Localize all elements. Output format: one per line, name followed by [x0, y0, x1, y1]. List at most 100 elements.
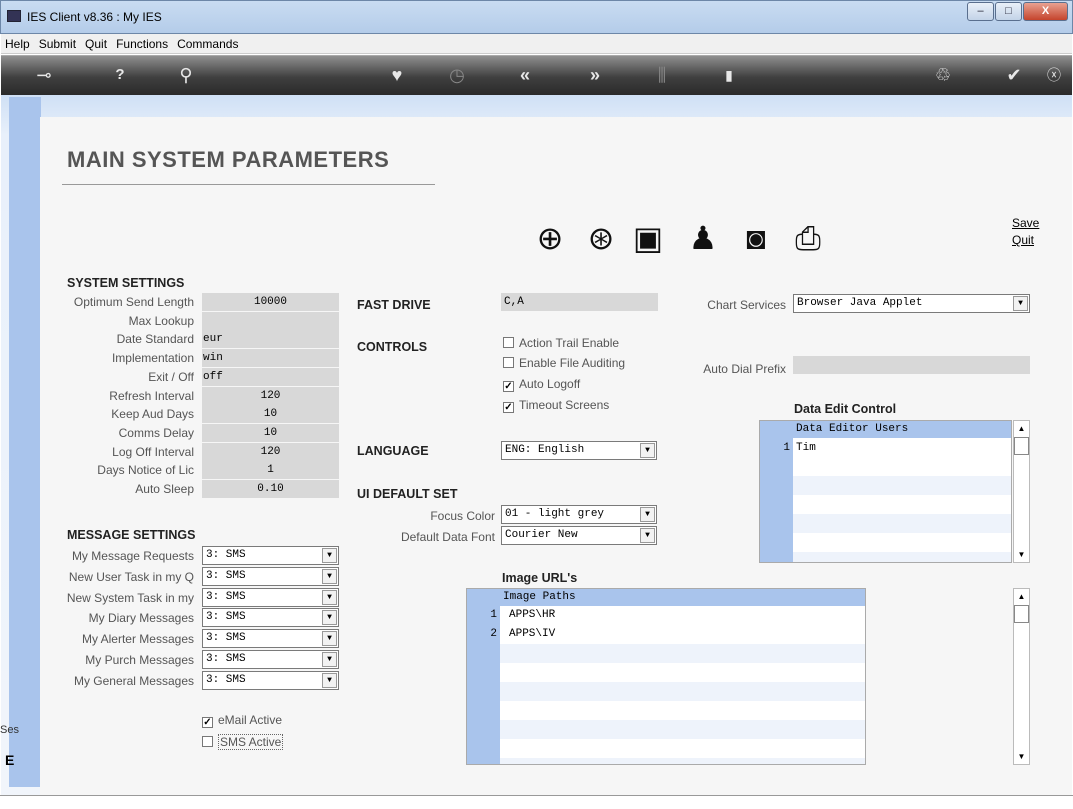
system-setting-label: Implementation [111, 351, 194, 366]
message-setting-label: My Purch Messages [85, 653, 194, 667]
chevron-down-icon[interactable]: ▼ [640, 528, 655, 543]
image-row[interactable]: APPS\HR [500, 606, 865, 625]
user-card-icon[interactable]: ▣ [628, 218, 668, 258]
scroll-down-icon[interactable]: ▼ [1014, 749, 1029, 764]
focus-color-label: Focus Color [430, 509, 495, 523]
system-setting-value[interactable]: 120 [202, 386, 339, 405]
auto-logoff-checkbox[interactable]: ✓ Auto Logoff [503, 377, 580, 392]
message-setting-select[interactable]: 3: SMS ▼ [202, 566, 339, 586]
image-urls-scrollbar[interactable]: ▲ ▼ [1013, 588, 1030, 765]
language-label: LANGUAGE [357, 444, 429, 458]
chart-services-select[interactable]: Browser Java Applet ▼ [793, 294, 1030, 313]
email-active-checkbox[interactable]: ✓ eMail Active [202, 713, 282, 728]
forward-icon[interactable]: » [582, 64, 608, 86]
clock-icon[interactable]: ◷ [444, 64, 470, 86]
system-setting-label: Refresh Interval [109, 388, 194, 403]
menu-quit[interactable]: Quit [85, 34, 107, 54]
system-setting-value[interactable]: win [202, 349, 339, 368]
chevron-down-icon[interactable]: ▼ [322, 652, 337, 667]
menu-functions[interactable]: Functions [116, 34, 168, 54]
image-urls-label: Image URL's [502, 571, 578, 585]
chevron-down-icon[interactable]: ▼ [322, 610, 337, 626]
recycle-icon[interactable]: ♲ [930, 64, 956, 86]
printer-icon[interactable]: ⎙ [788, 218, 828, 258]
tools-icon[interactable]: ⫼ [649, 64, 675, 86]
menu-commands[interactable]: Commands [177, 34, 238, 54]
scroll-up-icon[interactable]: ▲ [1014, 421, 1029, 436]
back-icon[interactable]: « [512, 64, 538, 86]
data-edit-label: Data Edit Control [794, 402, 897, 416]
chevron-down-icon[interactable]: ▼ [322, 548, 337, 563]
check-icon[interactable]: ✔ [1001, 64, 1027, 86]
image-urls-grid: Image Paths 1 APPS\HR 2 APPS\IV [466, 588, 866, 765]
chevron-down-icon[interactable]: ▼ [322, 568, 337, 584]
save-link[interactable]: Save [1012, 216, 1039, 230]
camera-icon[interactable]: ◙ [736, 218, 776, 258]
auto-dial-field[interactable] [793, 356, 1030, 374]
copy-icon[interactable]: ▮ [716, 64, 742, 86]
close-button[interactable]: X [1023, 2, 1068, 21]
heart-icon[interactable]: ♥ [384, 64, 410, 86]
scroll-down-icon[interactable]: ▼ [1014, 547, 1029, 562]
chevron-down-icon[interactable]: ▼ [640, 507, 655, 522]
data-edit-row[interactable]: Tim [793, 439, 1011, 458]
window-titlebar: IES Client v8.36 : My IES – □ X [0, 0, 1073, 34]
email-active-box[interactable]: ✓ [202, 717, 213, 728]
message-setting-select[interactable]: 3: SMS ▼ [202, 650, 339, 669]
message-setting-select[interactable]: 3: SMS ▼ [202, 546, 339, 565]
language-select[interactable]: ENG: English ▼ [501, 441, 657, 460]
message-settings-heading: MESSAGE SETTINGS [67, 528, 196, 542]
maximize-button[interactable]: □ [995, 2, 1022, 21]
system-setting-value[interactable]: 1 [202, 461, 339, 480]
message-setting-select[interactable]: 3: SMS ▼ [202, 629, 339, 649]
minimize-button[interactable]: – [967, 2, 994, 21]
sms-active-checkbox[interactable]: SMS Active [202, 734, 284, 750]
message-setting-label: New System Task in my [66, 590, 194, 605]
ui-default-label: UI DEFAULT SET [357, 487, 458, 501]
message-setting-select[interactable]: 3: SMS ▼ [202, 670, 339, 690]
system-setting-label: Log Off Interval [112, 444, 194, 459]
message-setting-select[interactable]: 3: SMS ▼ [202, 587, 339, 607]
chart-services-label: Chart Services [707, 298, 786, 312]
data-font-select[interactable]: Courier New ▼ [501, 526, 657, 545]
close-icon[interactable]: ⓧ [1041, 64, 1067, 86]
focus-color-select[interactable]: 01 - light grey ▼ [501, 505, 657, 524]
timeout-screens-checkbox[interactable]: ✓ Timeout Screens [503, 398, 609, 413]
system-setting-value[interactable]: 10 [202, 423, 339, 442]
system-setting-label: Date Standard [116, 332, 194, 347]
menu-submit[interactable]: Submit [39, 34, 76, 54]
users-group-icon[interactable]: ♟ [683, 218, 723, 258]
status-bar [0, 795, 1073, 809]
key-icon[interactable]: ⊸ [31, 64, 57, 86]
chevron-down-icon[interactable]: ▼ [640, 443, 655, 458]
quit-link[interactable]: Quit [1012, 233, 1034, 247]
system-setting-value[interactable]: eur [202, 330, 339, 349]
menu-help[interactable]: Help [5, 34, 30, 54]
image-row[interactable]: APPS\IV [500, 625, 865, 644]
scroll-up-icon[interactable]: ▲ [1014, 589, 1029, 604]
message-setting-label: My Message Requests [71, 549, 194, 563]
action-trail-checkbox[interactable]: Action Trail Enable [503, 336, 619, 351]
chevron-down-icon[interactable]: ▼ [322, 631, 337, 647]
title-underline [62, 184, 435, 185]
search-icon[interactable]: ⚲ [173, 64, 199, 86]
help-icon[interactable]: ? [107, 64, 133, 86]
chevron-down-icon[interactable]: ▼ [322, 672, 337, 688]
system-setting-value[interactable]: 10000 [202, 293, 339, 311]
globe-icon[interactable]: ⊕ [530, 218, 570, 258]
message-setting-label: New User Task in my Q [68, 569, 194, 584]
sms-active-box[interactable] [202, 736, 213, 747]
system-setting-value[interactable]: 120 [202, 442, 339, 461]
data-font-label: Default Data Font [400, 530, 495, 544]
system-setting-value[interactable]: off [202, 367, 339, 386]
image-row-num: 2 [490, 628, 497, 640]
system-setting-label: Comms Delay [118, 425, 194, 440]
chevron-down-icon[interactable]: ▼ [322, 589, 337, 605]
system-setting-value[interactable]: 0.10 [202, 480, 339, 498]
chevron-down-icon[interactable]: ▼ [1013, 296, 1028, 311]
data-edit-scrollbar[interactable]: ▲ ▼ [1013, 420, 1030, 563]
system-setting-value[interactable]: 10 [202, 405, 339, 424]
system-setting-value[interactable] [202, 311, 339, 330]
message-setting-select[interactable]: 3: SMS ▼ [202, 608, 339, 628]
network-globe-icon[interactable]: ⊛ [581, 218, 621, 258]
